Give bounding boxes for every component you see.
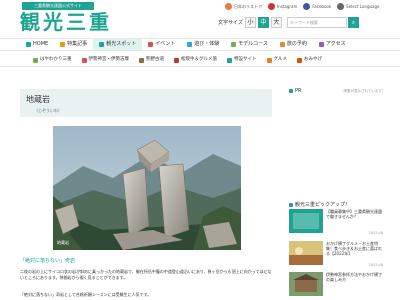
- gift-icon: [297, 57, 302, 63]
- map-icon: [99, 42, 105, 47]
- nav-events[interactable]: イベント: [142, 39, 181, 50]
- nav2-souvenir[interactable]: おみやげ: [292, 54, 327, 66]
- search-input[interactable]: キーワード検索: [287, 17, 347, 28]
- pr-heading: PR: [289, 88, 302, 94]
- site-header: 三重県観光連盟公式サイト 観光三重 日本のリストア Instagram Face…: [0, 0, 400, 36]
- search-icon: ⌕: [351, 19, 356, 26]
- instagram-icon: [268, 3, 275, 10]
- course-icon: [231, 42, 237, 47]
- nav-spots[interactable]: 観光スポット: [93, 39, 143, 50]
- star-icon: [60, 42, 66, 47]
- nav2-overview[interactable]: はやわかり三重: [28, 54, 77, 66]
- nav2-matsusaka[interactable]: 松阪牛＆グルメ旅: [169, 54, 222, 66]
- primary-nav: HOME 特集記事 観光スポット イベント 遊び・体験 モデルコース 旅の予約 …: [0, 38, 400, 51]
- top-links: 日本のリストア Instagram Facebook Select Langua…: [225, 3, 380, 10]
- pickup-title: おかげ横丁グルメ・お土産特集！食べ歩き＆お土産に喜ばれる【2022年】: [326, 241, 382, 256]
- nav2-gourmet[interactable]: グルメ: [262, 54, 293, 66]
- top-link-list[interactable]: 日本のリストア: [225, 3, 262, 10]
- path-icon: [139, 57, 144, 63]
- pickup-title: 【職員募集中】三重県観光連盟で働きませんか？: [326, 209, 382, 219]
- pickup-title: 伊勢神宮参拝方法やおかげ横丁の楽しみ方: [326, 272, 382, 282]
- pickup-marker-icon: [289, 202, 293, 207]
- pickup-item[interactable]: 【職員募集中】三重県観光連盟で働きませんか？ 2022.08: [289, 209, 385, 237]
- nav-activities[interactable]: 遊び・体験: [181, 39, 225, 50]
- globe-icon: [337, 3, 345, 10]
- article-body-2: 「絶対に落ちない」奇岩として合格祈願シーズンには受験生に人気です。: [20, 292, 152, 297]
- nav-access[interactable]: アクセス: [313, 39, 352, 50]
- font-size-selector: 文字サイズ 小 中 大: [218, 17, 282, 28]
- rock-photo-illustration: [53, 126, 241, 250]
- pickup-date: 2022.08: [368, 231, 383, 235]
- page-title-reading: （じぞういわ）: [34, 108, 62, 113]
- play-icon: [187, 42, 193, 47]
- pr-marker-icon: [289, 89, 293, 93]
- nav-reservations[interactable]: 旅の予約: [274, 39, 313, 50]
- nav-features[interactable]: 特集記事: [54, 39, 93, 50]
- top-link-facebook[interactable]: Facebook: [303, 3, 331, 10]
- article-body: 二枚の岩の上にサイコロ状の岩が斜めに乗っかったの地蔵岩で、御在所岳中腹の中道登山…: [20, 269, 272, 280]
- article-subhead: 「絶対に落ちない」奇岩: [20, 258, 76, 264]
- reserve-icon: [279, 42, 285, 47]
- pr-note: （掲載が表示されています）: [340, 89, 386, 93]
- nav2-special[interactable]: 特設サイト: [222, 54, 262, 66]
- spot-photo: 地蔵岩: [53, 126, 241, 250]
- torii-icon: [81, 57, 87, 63]
- list-icon: [225, 3, 232, 10]
- facebook-icon: [303, 3, 311, 10]
- font-size-medium-button[interactable]: 中: [257, 17, 269, 28]
- font-size-small-button[interactable]: 小: [244, 17, 256, 28]
- page-title: 地蔵岩: [26, 95, 50, 104]
- leaf-icon: [33, 57, 38, 63]
- pickup-heading: 観光三重ピックアップ！: [289, 201, 350, 208]
- secondary-nav: はやわかり三重 伊勢神宮・伊勢志摩 熊野古道 松阪牛＆グルメ旅 特設サイト グル…: [0, 54, 400, 67]
- site-logo[interactable]: 観光三重: [20, 10, 112, 34]
- photo-caption: 地蔵岩: [57, 240, 69, 245]
- top-link-language[interactable]: Select Language: [337, 3, 380, 10]
- site-icon: [227, 57, 232, 63]
- nav-home[interactable]: HOME: [20, 39, 54, 50]
- top-link-instagram[interactable]: Instagram: [268, 3, 297, 10]
- pickup-item[interactable]: おかげ横丁グルメ・お土産特集！食べ歩き＆お土産に喜ばれる【2022年】 2022…: [289, 241, 385, 269]
- event-icon: [148, 42, 154, 47]
- pr-ad-area[interactable]: [289, 97, 385, 177]
- nav2-ise[interactable]: 伊勢神宮・伊勢志摩: [77, 54, 135, 66]
- pickup-date: 2022.08: [368, 263, 383, 267]
- font-size-large-button[interactable]: 大: [270, 17, 282, 28]
- pickup-thumbnail: [289, 209, 323, 233]
- search-button[interactable]: ⌕: [348, 17, 359, 28]
- site-tagline: 三重県観光連盟公式サイト: [22, 2, 94, 10]
- nav-model-courses[interactable]: モデルコース: [225, 39, 274, 50]
- page-title-bar: 地蔵岩 （じぞういわ）: [20, 89, 272, 117]
- food-icon: [174, 57, 179, 63]
- nav2-kumano[interactable]: 熊野古道: [134, 54, 169, 66]
- font-size-label: 文字サイズ: [218, 20, 243, 26]
- pickup-thumbnail: [289, 272, 323, 296]
- pickup-item[interactable]: 伊勢神宮参拝方法やおかげ横丁の楽しみ方: [289, 272, 385, 300]
- access-icon: [318, 42, 324, 47]
- pickup-thumbnail: [289, 241, 323, 265]
- home-icon: [26, 42, 31, 47]
- gourmet-icon: [266, 57, 272, 63]
